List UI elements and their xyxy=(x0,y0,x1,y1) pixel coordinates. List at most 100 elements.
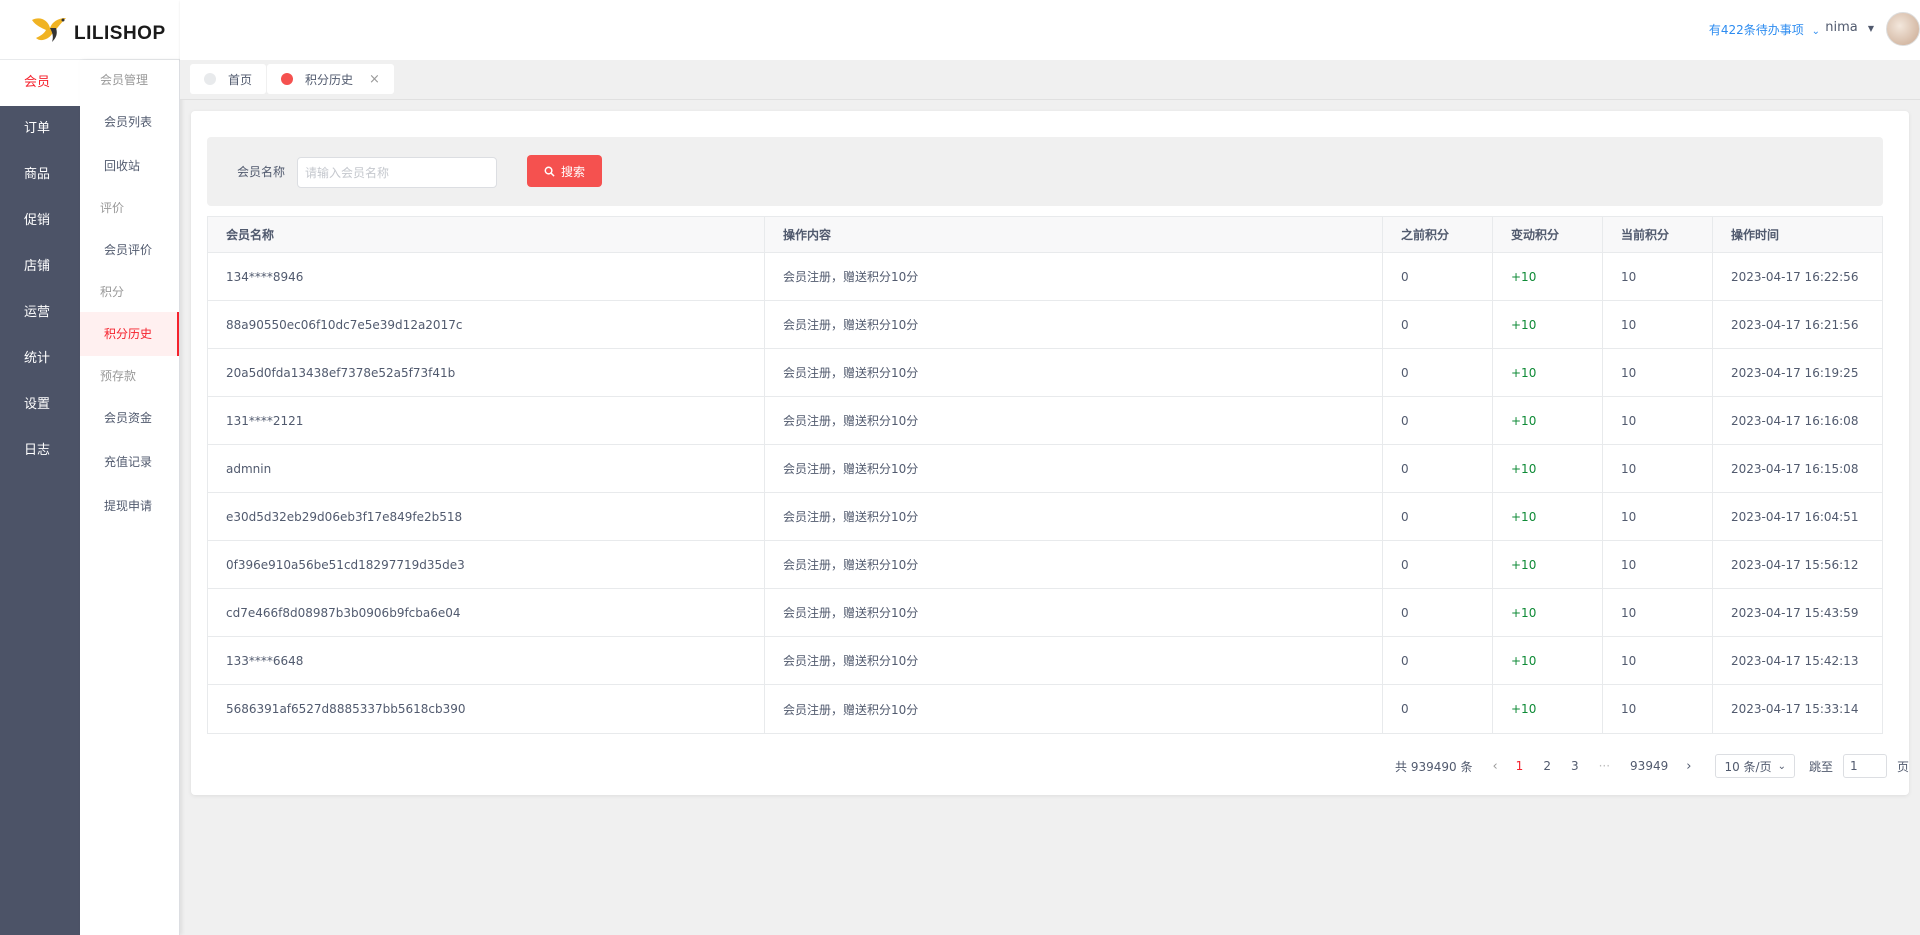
table-row: 5686391af6527d8885337bb5618cb390 会员注册，赠送积… xyxy=(208,685,1882,733)
submenu-group-title: 积分 xyxy=(100,285,125,299)
table-cell: 会员注册，赠送积分10分 xyxy=(765,301,1383,348)
table-cell: 10 xyxy=(1603,637,1713,684)
table-cell: +10 xyxy=(1493,397,1603,444)
table-cell: +10 xyxy=(1493,349,1603,396)
table-cell: 2023-04-17 16:21:56 xyxy=(1731,317,1859,332)
tab-status-dot-icon xyxy=(204,73,216,85)
tab-home[interactable]: 首页 xyxy=(190,64,267,94)
nav-item[interactable]: 统计 xyxy=(0,336,80,382)
todo-text: 有422条待办事项 xyxy=(1708,23,1804,37)
submenu-item[interactable]: 积分历史 xyxy=(80,312,179,356)
table-cell: 0 xyxy=(1383,253,1493,300)
table-cell: +10 xyxy=(1493,445,1603,492)
table-cell: 10 xyxy=(1603,541,1713,588)
todo-dropdown[interactable]: 有422条待办事项 ⌄ xyxy=(1709,21,1820,38)
page-size-value: 10 条/页 xyxy=(1724,759,1772,774)
table-row: 88a90550ec06f10dc7e5e39d12a2017c 会员注册，赠送积… xyxy=(208,301,1882,349)
table-cell: 会员注册，赠送积分10分 xyxy=(765,397,1383,444)
tab-label: 首页 xyxy=(228,72,253,87)
tab-points-history[interactable]: 积分历史 × xyxy=(267,64,394,94)
search-button[interactable]: 搜索 xyxy=(527,155,602,187)
user-dropdown[interactable]: nima ▼ xyxy=(1825,20,1874,35)
table-row: 20a5d0fda13438ef7378e52a5f73f41b 会员注册，赠送积… xyxy=(208,349,1882,397)
table-cell: 2023-04-17 15:56:12 xyxy=(1731,557,1859,572)
nav-item[interactable]: 会员 xyxy=(0,60,80,106)
table-row: 134****8946 会员注册，赠送积分10分 0 +10 10 2023-04-17 … xyxy=(208,253,1882,301)
column-header[interactable]: 会员名称 xyxy=(208,217,765,252)
jump-page-input[interactable] xyxy=(1842,754,1887,778)
table-cell: 会员注册，赠送积分10分 xyxy=(765,253,1383,300)
column-header[interactable]: 之前积分 xyxy=(1383,217,1493,252)
nav-item[interactable]: 设置 xyxy=(0,382,80,428)
search-button-label: 搜索 xyxy=(560,164,585,179)
next-page-icon[interactable]: › xyxy=(1686,759,1691,774)
submenu-item[interactable]: 提现申请 xyxy=(80,484,179,528)
table-cell: 会员注册，赠送积分10分 xyxy=(765,493,1383,540)
table-cell: 会员注册，赠送积分10分 xyxy=(765,589,1383,636)
submenu-item[interactable]: 会员资金 xyxy=(80,396,179,440)
nav-item[interactable]: 订单 xyxy=(0,106,80,152)
table-cell: +10 xyxy=(1493,541,1603,588)
table-cell: 5686391af6527d8885337bb5618cb390 xyxy=(208,685,765,733)
nav-item[interactable]: 店铺 xyxy=(0,244,80,290)
nav-item[interactable]: 促销 xyxy=(0,198,80,244)
table-cell: 10 xyxy=(1603,349,1713,396)
column-header[interactable]: 操作内容 xyxy=(765,217,1383,252)
avatar[interactable] xyxy=(1886,12,1920,46)
logo[interactable]: LILISHOP xyxy=(0,0,180,60)
table-cell: 2023-04-17 15:33:14 xyxy=(1731,702,1859,716)
table-cell: 10 xyxy=(1603,397,1713,444)
column-header[interactable]: 变动积分 xyxy=(1493,217,1603,252)
submenu-group-title: 评价 xyxy=(100,201,125,215)
submenu-item[interactable]: 充值记录 xyxy=(80,440,179,484)
close-icon[interactable]: × xyxy=(369,72,380,87)
table-cell: 2023-04-17 16:16:08 xyxy=(1731,413,1859,428)
table-cell: 88a90550ec06f10dc7e5e39d12a2017c xyxy=(208,301,765,348)
page-number[interactable]: 3 xyxy=(1571,759,1579,773)
table-cell: 0 xyxy=(1383,685,1493,733)
table-row: e30d5d32eb29d06eb3f17e849fe2b518 会员注册，赠送积… xyxy=(208,493,1882,541)
prev-page-icon[interactable]: ‹ xyxy=(1492,759,1497,774)
submenu-item[interactable]: 会员列表 xyxy=(80,100,179,144)
submenu-group-title: 预存款 xyxy=(100,369,137,383)
table-cell: 10 xyxy=(1603,493,1713,540)
table-cell: +10 xyxy=(1493,493,1603,540)
submenu-item[interactable]: 会员评价 xyxy=(80,228,179,272)
search-label: 会员名称 xyxy=(237,165,286,179)
pagination: 共 939490 条 ‹ 1 2 3 ··· 93949 › 10 条/页 ⌄ … xyxy=(1395,751,1909,781)
table-cell: +10 xyxy=(1493,589,1603,636)
table-cell: cd7e466f8d08987b3b0906b9fcba6e04 xyxy=(208,589,765,636)
table-cell: +10 xyxy=(1493,253,1603,300)
member-name-input[interactable] xyxy=(297,157,497,188)
table-cell: 133****6648 xyxy=(208,637,765,684)
submenu-item[interactable]: 回收站 xyxy=(80,144,179,188)
column-header[interactable]: 当前积分 xyxy=(1603,217,1713,252)
jump-label: 跳至 xyxy=(1808,759,1833,774)
table-cell: 10 xyxy=(1603,445,1713,492)
table-row: admnin 会员注册，赠送积分10分 0 +10 10 2023-04-17 16:15… xyxy=(208,445,1882,493)
nav-item[interactable]: 运营 xyxy=(0,290,80,336)
nav-item[interactable]: 商品 xyxy=(0,152,80,198)
table-row: cd7e466f8d08987b3b0906b9fcba6e04 会员注册，赠送积… xyxy=(208,589,1882,637)
table-cell: 2023-04-17 16:15:08 xyxy=(1731,461,1859,476)
page-number[interactable]: 1 xyxy=(1516,759,1524,773)
page-ellipsis[interactable]: ··· xyxy=(1599,759,1610,773)
table-cell: 10 xyxy=(1603,589,1713,636)
table-cell: 会员注册，赠送积分10分 xyxy=(765,685,1383,733)
main-nav: 会员 订单 商品 促销 店铺 运营 统计 设置 日志 xyxy=(0,60,80,935)
table-row: 0f396e910a56be51cd18297719d35de3 会员注册，赠送积… xyxy=(208,541,1882,589)
nav-item[interactable]: 日志 xyxy=(0,428,80,474)
tab-status-dot-icon xyxy=(281,73,293,85)
table-row: 133****6648 会员注册，赠送积分10分 0 +10 10 2023-04-17 … xyxy=(208,637,1882,685)
caret-down-icon: ▼ xyxy=(1867,24,1874,33)
page-size-select[interactable]: 10 条/页 ⌄ xyxy=(1715,754,1795,778)
table-cell: +10 xyxy=(1493,301,1603,348)
chevron-down-icon: ⌄ xyxy=(1777,760,1786,772)
table-cell: 0f396e910a56be51cd18297719d35de3 xyxy=(208,541,765,588)
table-cell: 134****8946 xyxy=(208,253,765,300)
table-cell: 0 xyxy=(1383,397,1493,444)
page-number[interactable]: 93949 xyxy=(1630,759,1668,773)
table-body: 134****8946 会员注册，赠送积分10分 0 +10 10 2023-04-17 … xyxy=(208,253,1882,733)
page-number[interactable]: 2 xyxy=(1543,759,1551,773)
column-header[interactable]: 操作时间 xyxy=(1713,217,1882,252)
